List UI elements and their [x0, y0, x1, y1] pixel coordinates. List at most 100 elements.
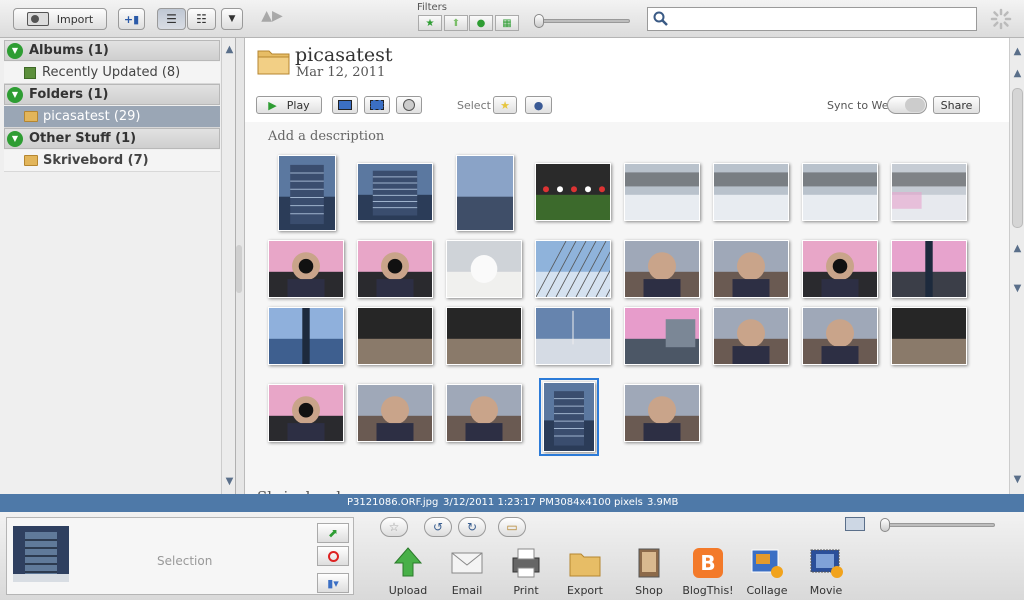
photo-thumbnail[interactable]	[624, 163, 700, 221]
sidebar-scrollbar[interactable]: ▲ ▼	[221, 38, 235, 494]
share-label: Share	[940, 98, 973, 112]
sidebar-group-other-stuff[interactable]: ▼ Other Stuff (1)	[4, 128, 220, 149]
star-button[interactable]: ☆	[380, 517, 408, 537]
scroll-page-up-icon[interactable]: ▲	[1012, 68, 1023, 79]
sidebar-item-skrivebord[interactable]: Skrivebord (7)	[4, 150, 220, 172]
thumbnail-size-slider[interactable]	[880, 523, 995, 527]
photo-thumbnail[interactable]	[624, 307, 700, 365]
filter-uploaded-button[interactable]: ⬆	[444, 15, 468, 31]
filter-faces-button[interactable]: ●	[469, 15, 493, 31]
blogthis-button[interactable]: B BlogThis!	[678, 546, 738, 598]
rotate-left-button[interactable]: ↺	[424, 517, 452, 537]
filter-starred-button[interactable]: ★	[418, 15, 442, 31]
photo-thumbnail[interactable]	[268, 240, 344, 298]
photo-thumbnail[interactable]	[713, 307, 789, 365]
rotate-right-button[interactable]: ↻	[458, 517, 486, 537]
photo-thumbnail[interactable]	[624, 384, 700, 442]
photo-thumbnail[interactable]	[624, 240, 700, 298]
photo-thumbnail[interactable]	[539, 378, 599, 456]
people-icon[interactable]: ▲▶	[256, 8, 288, 30]
upload-button[interactable]: Upload	[378, 546, 438, 598]
search-input[interactable]	[672, 8, 972, 30]
main-scrollbar[interactable]: ▲ ▲ ▲ ▼ ▼	[1009, 38, 1024, 494]
print-button[interactable]: Print	[496, 546, 556, 598]
photo-thumbnail[interactable]	[357, 384, 433, 442]
photo-thumbnail[interactable]	[268, 384, 344, 442]
album-date[interactable]: Mar 12, 2011	[296, 65, 385, 80]
email-icon	[451, 552, 483, 574]
view-flat-button[interactable]: ☰	[157, 8, 186, 30]
photo-tray: Selection ⬈ ▮▾ ☆ ↺ ↻ ▭ Upload Email Print E…	[0, 512, 1024, 600]
collapse-arrow-icon[interactable]: ▼	[7, 86, 23, 103]
create-poster-button[interactable]	[332, 96, 358, 114]
photo-thumbnail[interactable]	[278, 155, 336, 231]
selection-tray: Selection ⬈ ▮▾	[6, 517, 354, 595]
search-box[interactable]	[647, 7, 977, 31]
scroll-down-icon[interactable]: ▼	[224, 476, 235, 487]
list-view-icon: ☰	[166, 12, 177, 26]
star-outline-icon: ☆	[388, 520, 400, 534]
filter-slider-track[interactable]	[536, 19, 630, 23]
add-to-album-button[interactable]: ▮▾	[317, 573, 349, 593]
sync-toggle[interactable]	[887, 96, 927, 114]
movie-button[interactable]: Movie	[796, 546, 856, 598]
album-title[interactable]: picasatest	[295, 44, 393, 66]
photo-thumbnail[interactable]	[535, 163, 611, 221]
image-icon	[338, 100, 352, 110]
photo-thumbnail[interactable]	[357, 307, 433, 365]
thumbnail-size-knob[interactable]	[880, 518, 890, 532]
photo-thumbnail[interactable]	[446, 307, 522, 365]
clear-selection-button[interactable]	[317, 546, 349, 566]
new-album-button[interactable]: +▮	[118, 8, 145, 30]
tag-button[interactable]: ▭	[498, 517, 526, 537]
pane-splitter[interactable]	[236, 245, 242, 293]
view-tree-button[interactable]: ☷	[187, 8, 216, 30]
photo-thumbnail[interactable]	[802, 163, 878, 221]
selected-photo-thumbnail[interactable]	[13, 526, 69, 582]
scroll-bottom-icon[interactable]: ▼	[1012, 474, 1023, 485]
create-movie-button[interactable]	[396, 96, 422, 114]
hold-selection-button[interactable]: ⬈	[317, 523, 349, 543]
select-starred-button[interactable]: ★	[493, 96, 517, 114]
photo-thumbnail[interactable]	[357, 240, 433, 298]
photo-thumbnail[interactable]	[713, 163, 789, 221]
photo-thumbnail[interactable]	[446, 240, 522, 298]
select-people-button[interactable]: ●	[525, 96, 552, 114]
photo-thumbnail[interactable]	[268, 307, 344, 365]
play-slideshow-button[interactable]: ▶ Play	[256, 96, 322, 114]
sidebar-item-recently-updated[interactable]: Recently Updated (8)	[4, 62, 220, 84]
photo-thumbnail[interactable]	[713, 240, 789, 298]
filter-slider-knob[interactable]	[534, 14, 544, 28]
photo-thumbnail[interactable]	[891, 163, 967, 221]
collapse-arrow-icon[interactable]: ▼	[7, 130, 23, 147]
photo-thumbnail[interactable]	[802, 240, 878, 298]
export-button[interactable]: Export	[555, 546, 615, 598]
view-dropdown-button[interactable]: ▼	[221, 8, 243, 30]
share-button[interactable]: Share	[933, 96, 980, 114]
sidebar-group-folders[interactable]: ▼ Folders (1)	[4, 84, 220, 105]
photo-thumbnail[interactable]	[535, 307, 611, 365]
collapse-arrow-icon[interactable]: ▼	[7, 42, 23, 59]
import-button[interactable]: Import	[13, 8, 107, 30]
search-icon	[653, 11, 668, 26]
scroll-down-icon[interactable]: ▼	[1012, 283, 1023, 294]
scroll-thumb[interactable]	[1012, 88, 1023, 228]
shop-button[interactable]: Shop	[619, 546, 679, 598]
scroll-up-icon[interactable]: ▲	[224, 44, 235, 55]
filter-movies-button[interactable]: ▦	[495, 15, 519, 31]
scroll-page-down-icon[interactable]: ▲	[1012, 243, 1023, 254]
sidebar-group-albums[interactable]: ▼ Albums (1)	[4, 40, 220, 61]
sidebar-item-picasatest[interactable]: picasatest (29)	[4, 106, 220, 128]
album-description-field[interactable]: Add a description	[268, 129, 384, 144]
photo-thumbnail[interactable]	[357, 163, 433, 221]
photo-thumbnail[interactable]	[891, 307, 967, 365]
photo-thumbnail[interactable]	[535, 240, 637, 298]
photo-thumbnail[interactable]	[446, 384, 522, 442]
collage-button[interactable]: Collage	[737, 546, 797, 598]
photo-thumbnail[interactable]	[891, 240, 967, 298]
create-collage-button[interactable]	[364, 96, 390, 114]
scroll-top-icon[interactable]: ▲	[1012, 46, 1023, 57]
email-button[interactable]: Email	[437, 546, 497, 598]
photo-thumbnail[interactable]	[802, 307, 878, 365]
photo-thumbnail[interactable]	[456, 155, 514, 231]
